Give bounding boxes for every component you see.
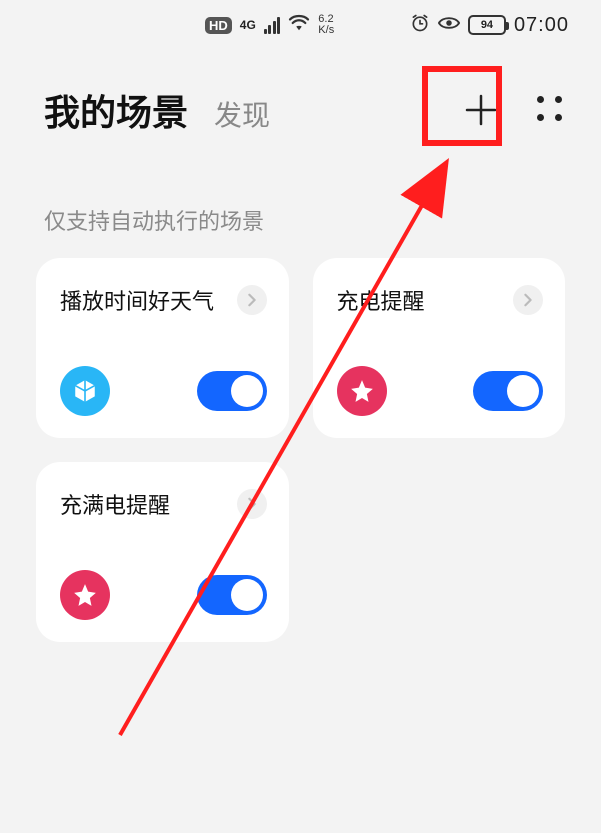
signal-icon [264,16,281,34]
status-right-cluster: 94 07:00 [410,13,569,38]
status-left-cluster: HD 4G 6.2 K/s [205,14,334,37]
wifi-icon [288,14,310,37]
star-icon [60,570,110,620]
network-speed: 6.2 K/s [318,14,334,36]
network-gen-label: 4G [240,18,256,32]
scene-card[interactable]: 充电提醒 [313,258,566,438]
scenes-grid: 播放时间好天气 充电提醒 充满电提醒 [0,258,601,642]
scene-title: 播放时间好天气 [60,284,214,316]
scene-card[interactable]: 充满电提醒 [36,462,289,642]
status-bar: HD 4G 6.2 K/s 94 07:00 [0,0,601,50]
cube-icon [60,366,110,416]
plus-icon [461,90,501,130]
header-actions [459,88,565,132]
chevron-right-icon[interactable] [237,285,267,315]
dot-icon [555,114,562,121]
header-tabs: 我的场景 发现 [44,84,270,136]
scene-title: 充电提醒 [337,284,425,316]
eye-icon [438,15,460,36]
dot-icon [555,96,562,103]
star-icon [337,366,387,416]
scene-title: 充满电提醒 [60,488,170,520]
tab-my-scenes[interactable]: 我的场景 [44,84,188,136]
page-header: 我的场景 发现 [0,50,601,154]
scene-toggle[interactable] [473,371,543,411]
add-button[interactable] [459,88,503,132]
tab-discover[interactable]: 发现 [214,94,270,134]
battery-icon: 94 [468,15,506,35]
scene-card[interactable]: 播放时间好天气 [36,258,289,438]
more-button[interactable] [537,96,565,124]
alarm-icon [410,13,430,38]
chevron-right-icon[interactable] [237,489,267,519]
clock-time: 07:00 [514,14,569,37]
hd-badge: HD [205,17,232,34]
chevron-right-icon[interactable] [513,285,543,315]
scene-toggle[interactable] [197,371,267,411]
scene-toggle[interactable] [197,575,267,615]
dot-icon [537,96,544,103]
section-label: 仅支持自动执行的场景 [0,154,601,258]
dot-icon [537,114,544,121]
